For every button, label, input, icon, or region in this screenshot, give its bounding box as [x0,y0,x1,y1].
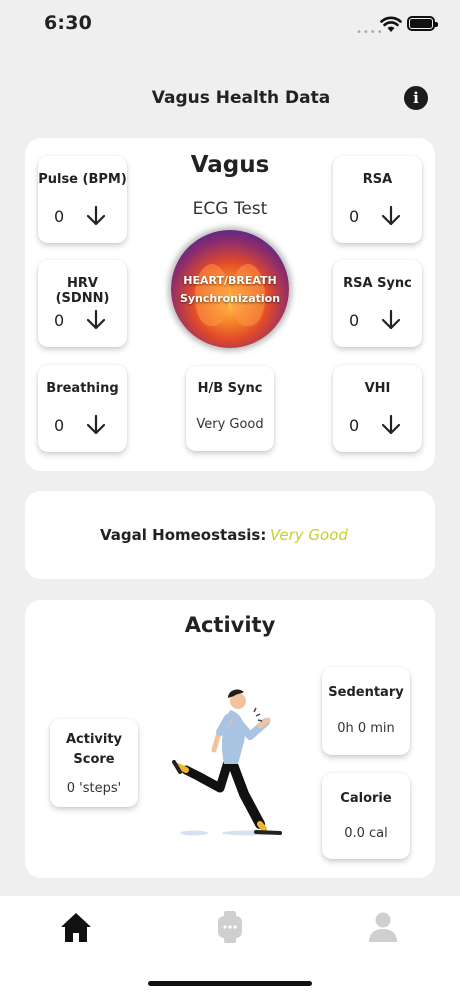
metric-value: Very Good [196,417,264,432]
arrow-down-icon [381,205,401,226]
metric-value: 0 [349,207,360,226]
wifi-icon [380,16,402,32]
metric-breathing[interactable]: Breathing 0 [38,365,127,452]
watch-icon[interactable] [212,909,248,945]
profile-icon[interactable] [365,909,401,945]
metric-label: HRV (SDNN) [55,276,110,306]
activity-score-label-line1: Activity [65,732,123,747]
metric-hb-sync[interactable]: H/B Sync Very Good [186,366,274,451]
calorie-label: Calorie [340,791,392,806]
metric-label: H/B Sync [197,381,263,396]
metric-label: RSA Sync [343,276,412,291]
metric-rsa-sync[interactable]: RSA Sync 0 [333,260,422,347]
homeostasis-label: Vagal Homeostasis: [100,526,267,544]
orb-text-line1: HEART/BREATH [183,274,277,287]
arrow-down-icon [381,414,401,435]
metric-value: 0 [54,311,65,330]
activity-score-card[interactable]: Activity Score 0 'steps' [50,719,138,807]
arrow-down-icon [381,309,401,330]
activity-score-label-line2: Score [73,752,115,767]
activity-score-value: 0 'steps' [66,781,122,796]
metric-label: VHI [364,381,391,396]
page-title: Vagus Health Data [151,88,331,108]
arrow-down-icon [86,414,106,435]
runner-illustration [172,689,282,836]
metric-pulse[interactable]: Pulse (BPM) 0 [38,156,127,243]
metric-value: 0 [349,416,360,435]
home-indicator[interactable] [148,981,312,986]
homeostasis-value: Very Good [270,526,348,544]
vagus-title: Vagus [190,152,270,178]
sedentary-value: 0h 0 min [337,721,395,736]
sedentary-label: Sedentary [328,685,404,700]
arrow-down-icon [86,205,106,226]
home-icon[interactable] [58,909,94,945]
heart-breath-sync-image[interactable]: HEART/BREATH Synchronization [171,230,289,348]
metric-hrv[interactable]: HRV (SDNN) 0 [38,260,127,347]
calorie-card[interactable]: Calorie 0.0 cal [322,773,410,859]
orb-text-line2: Synchronization [179,292,281,305]
metric-label: Pulse (BPM) [38,172,127,187]
metric-label: RSA [362,172,393,187]
metric-value: 0 [349,311,360,330]
sedentary-card[interactable]: Sedentary 0h 0 min [322,667,410,755]
arrow-down-icon [86,309,106,330]
battery-icon [407,16,438,31]
metric-rsa[interactable]: RSA 0 [333,156,422,243]
activity-title: Activity [184,613,276,637]
metric-value: 0 [54,416,65,435]
info-icon[interactable]: i [404,86,428,110]
calorie-value: 0.0 cal [344,826,388,841]
metric-vhi[interactable]: VHI 0 [333,365,422,452]
ecg-test-title[interactable]: ECG Test [150,199,310,219]
metric-value: 0 [54,207,65,226]
metric-label: Breathing [46,381,119,396]
status-time: 6:30 [44,12,93,34]
